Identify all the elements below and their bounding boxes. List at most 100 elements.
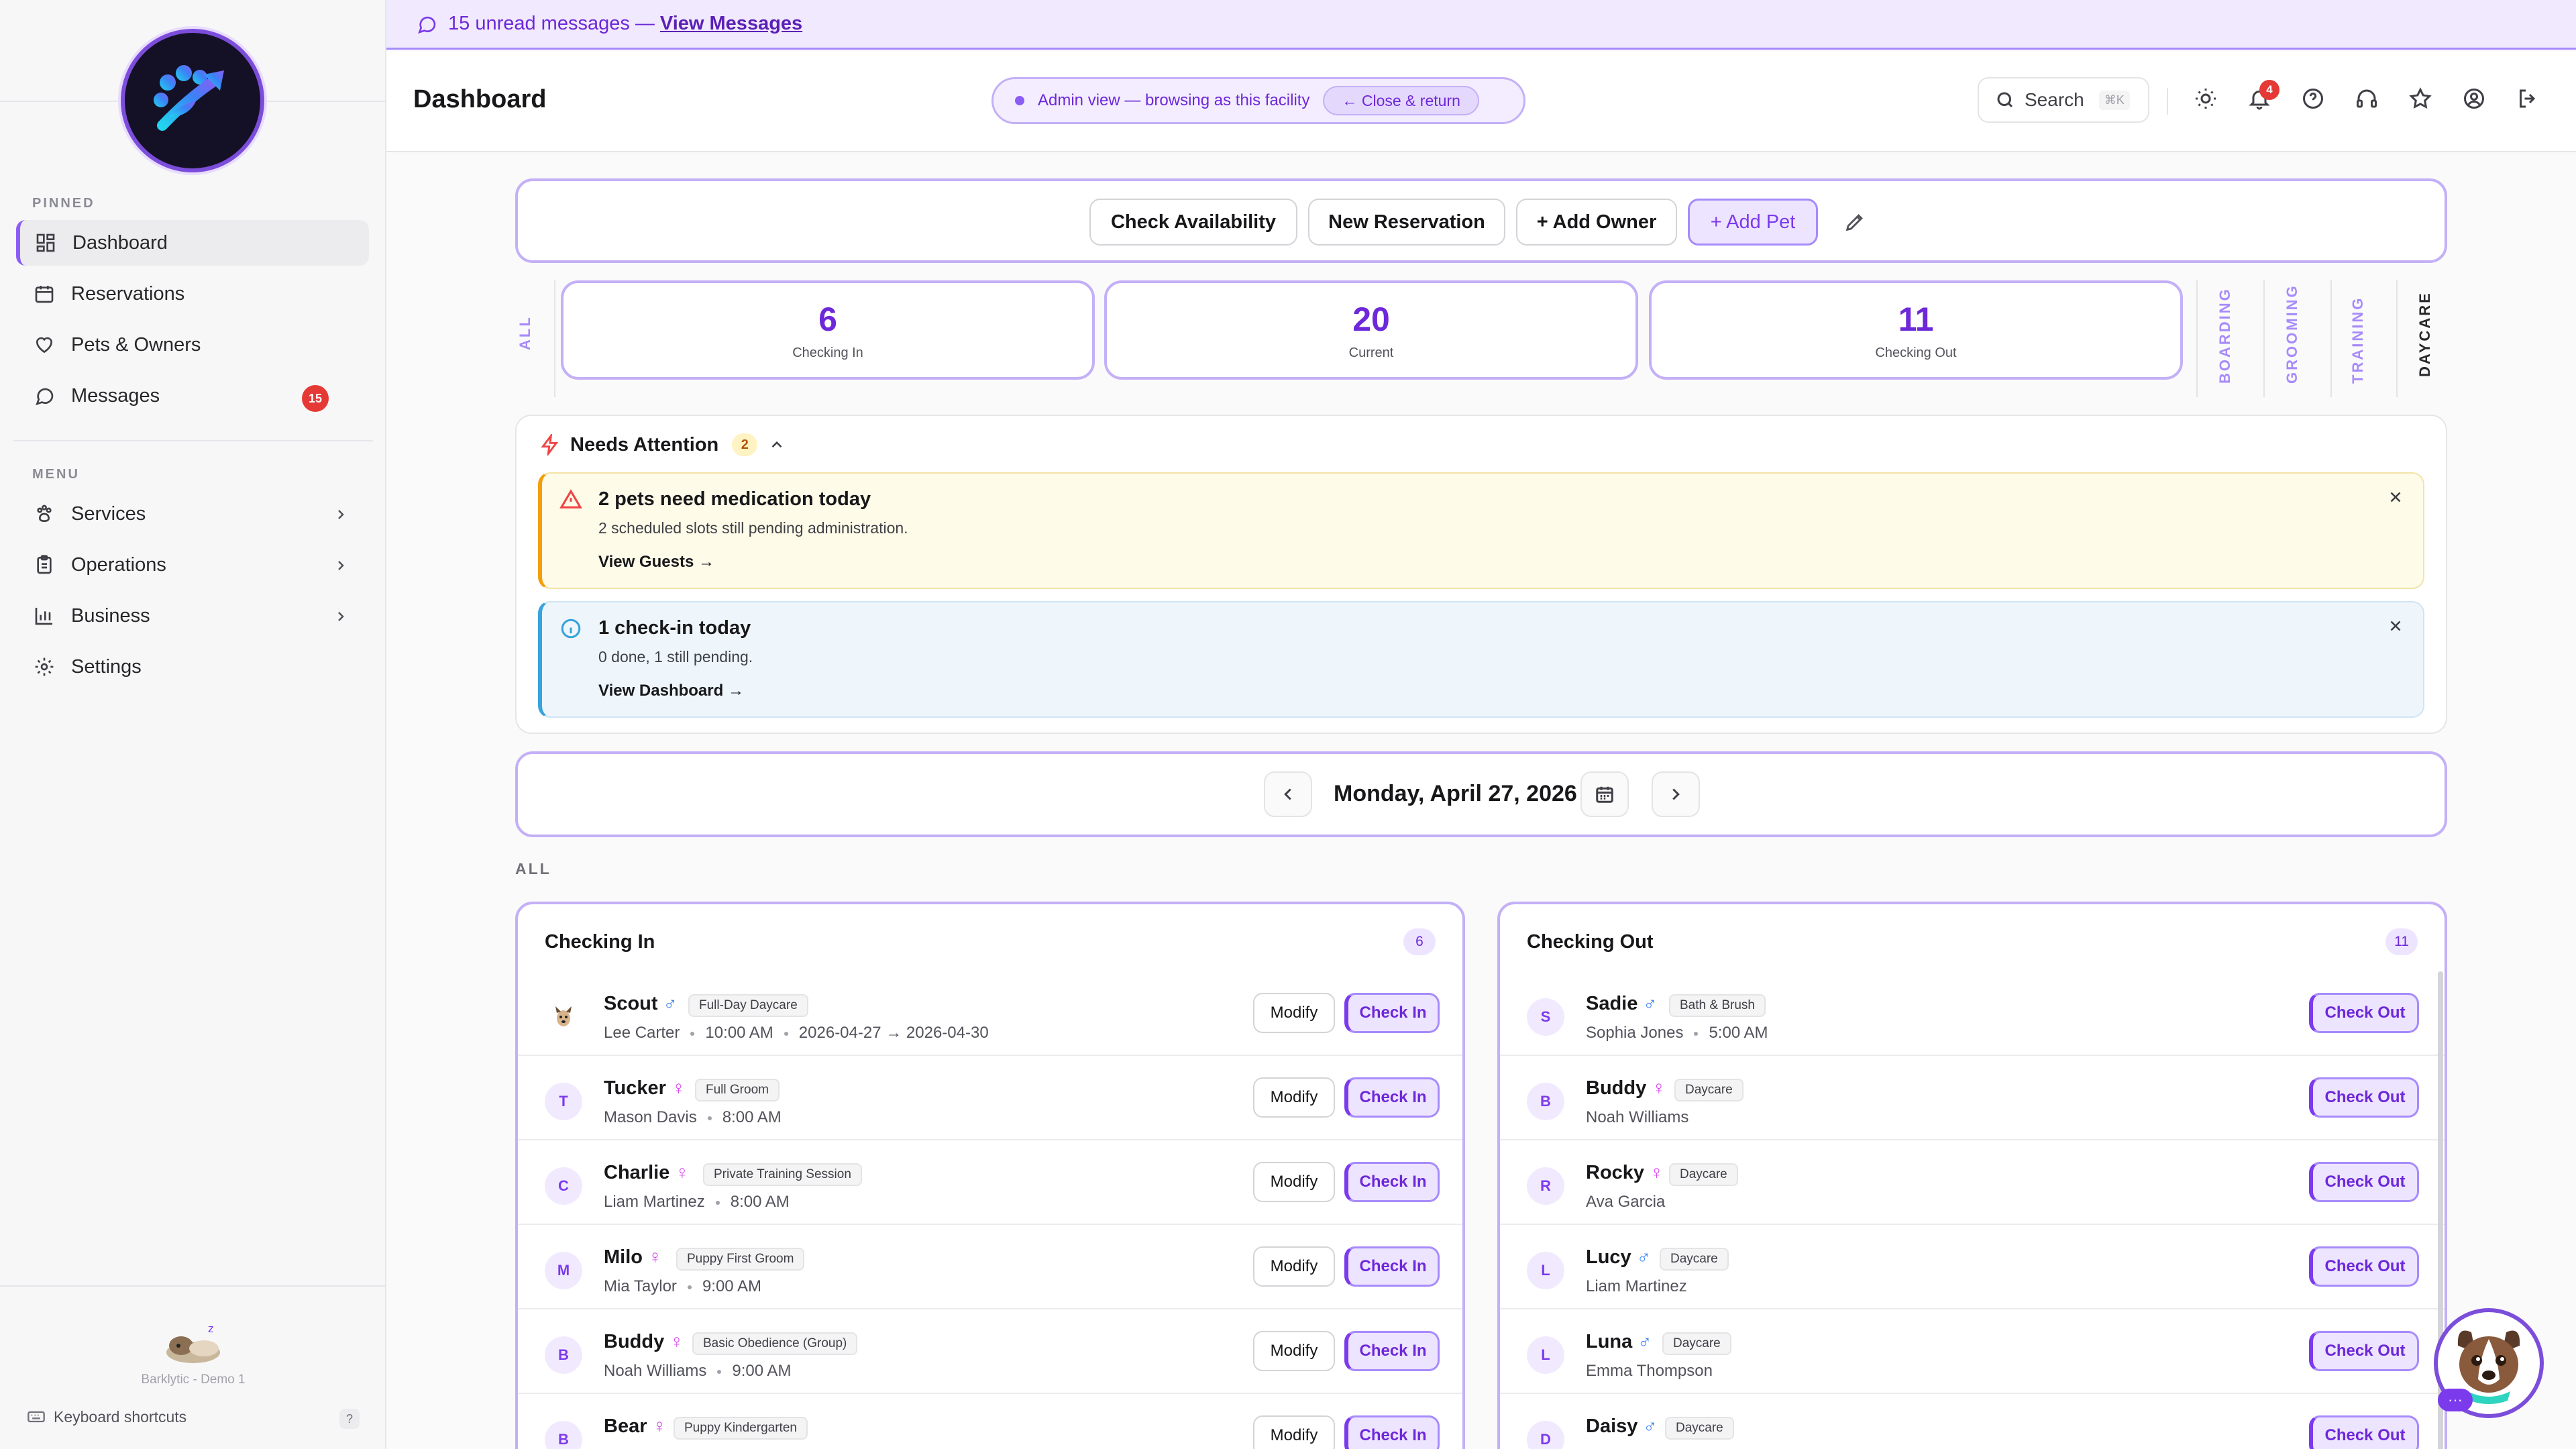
tab-boarding[interactable]: BOARDING — [2216, 287, 2234, 384]
theme-toggle-button[interactable] — [2194, 87, 2220, 113]
tab-training[interactable]: TRAINING — [2349, 297, 2367, 384]
service-tag: Basic Obedience (Group) — [692, 1332, 858, 1355]
chat-indicator[interactable]: ··· — [2438, 1389, 2473, 1411]
check-out-button[interactable]: Check Out — [2309, 1077, 2419, 1118]
list-item[interactable]: C Charlie ♀ Private Training Session Liam Ma… — [518, 1140, 1462, 1225]
dismiss-alert-button[interactable] — [2387, 617, 2406, 636]
keyboard-shortcuts-link[interactable]: Keyboard shortcuts — [27, 1407, 186, 1426]
modify-button[interactable]: Modify — [1253, 1162, 1335, 1202]
check-out-button[interactable]: Check Out — [2309, 993, 2419, 1033]
check-in-button[interactable]: Check In — [1344, 1246, 1440, 1287]
pinned-section-label: PINNED — [32, 196, 95, 211]
check-in-button[interactable]: Check In — [1344, 993, 1440, 1033]
help-button[interactable] — [2301, 87, 2328, 113]
pet-name[interactable]: Luna ♂ — [1586, 1331, 1652, 1353]
check-in-button[interactable]: Check In — [1344, 1077, 1440, 1118]
sidebar-item-reservations[interactable]: Reservations — [16, 271, 369, 317]
chevron-right-icon — [333, 506, 349, 522]
account-button[interactable] — [2462, 87, 2489, 113]
pet-name-text: Bear — [604, 1415, 647, 1437]
check-availability-button[interactable]: Check Availability — [1089, 199, 1297, 246]
service-tag: Daycare — [1660, 1248, 1729, 1271]
pet-name[interactable]: Charlie ♀ — [604, 1162, 689, 1184]
needs-attention-header[interactable]: Needs Attention 2 — [539, 433, 786, 456]
pet-name[interactable]: Bear ♀ — [604, 1415, 667, 1438]
search-button[interactable]: Search ⌘K — [1978, 77, 2149, 123]
list-item[interactable]: M Milo ♀ Puppy First Groom Mia Taylor 9:00 AM… — [518, 1225, 1462, 1309]
tab-grooming[interactable]: GROOMING — [2284, 284, 2301, 384]
check-out-button[interactable]: Check Out — [2309, 1246, 2419, 1287]
check-out-button[interactable]: Check Out — [2309, 1415, 2419, 1449]
add-owner-button[interactable]: + Add Owner — [1516, 199, 1677, 246]
modify-button[interactable]: Modify — [1253, 1246, 1335, 1287]
checking-in-stat[interactable]: 6 Checking In — [561, 280, 1095, 380]
help-key-badge[interactable]: ? — [339, 1409, 360, 1429]
menu-section-label: MENU — [32, 467, 80, 482]
next-day-button[interactable] — [1652, 771, 1700, 817]
notifications-button[interactable]: 4 — [2247, 80, 2279, 113]
list-item[interactable]: S Sadie ♂ Bath & Brush Sophia Jones 5:00 AM Ch… — [1500, 971, 2445, 1056]
calendar-picker-button[interactable] — [1580, 771, 1629, 817]
meta-owner: Liam Martinez — [604, 1193, 705, 1211]
check-out-button[interactable]: Check Out — [2309, 1331, 2419, 1371]
check-out-button[interactable]: Check Out — [2309, 1162, 2419, 1202]
sidebar-item-operations[interactable]: Operations — [16, 542, 369, 588]
sidebar-item-pets-owners[interactable]: Pets & Owners — [16, 322, 369, 368]
view-dashboard-link[interactable]: View Dashboard → — [598, 682, 744, 700]
dismiss-alert-button[interactable] — [2387, 488, 2406, 507]
sidebar-item-dashboard[interactable]: Dashboard — [16, 220, 369, 266]
modify-button[interactable]: Modify — [1253, 1077, 1335, 1118]
female-icon: ♀ — [671, 1077, 686, 1098]
modify-button[interactable]: Modify — [1253, 1331, 1335, 1371]
view-guests-link[interactable]: View Guests → — [598, 553, 714, 572]
list-item[interactable]: B Buddy ♀ Basic Obedience (Group) Noah Willi… — [518, 1309, 1462, 1394]
current-stat[interactable]: 20 Current — [1104, 280, 1638, 380]
add-pet-button[interactable]: + Add Pet — [1688, 199, 1818, 246]
previous-day-button[interactable] — [1264, 771, 1312, 817]
support-button[interactable] — [2355, 87, 2381, 113]
list-item[interactable]: R Rocky ♀ Daycare Ava Garcia Check Out — [1500, 1140, 2445, 1225]
favorites-button[interactable] — [2408, 87, 2435, 113]
list-item[interactable]: D Daisy ♂ Daycare Check Out — [1500, 1394, 2445, 1449]
pet-name[interactable]: Tucker ♀ — [604, 1077, 686, 1099]
all-filter-tab[interactable]: ALL — [517, 315, 534, 350]
new-reservation-button[interactable]: New Reservation — [1308, 199, 1505, 246]
list-item[interactable]: B Bear ♀ Puppy Kindergarten Modify Check In — [518, 1394, 1462, 1449]
check-in-button[interactable]: Check In — [1344, 1162, 1440, 1202]
app-logo[interactable] — [121, 29, 264, 172]
view-messages-link[interactable]: View Messages — [660, 13, 802, 35]
pet-name[interactable]: Buddy ♀ — [604, 1331, 684, 1353]
edit-actions-button[interactable] — [1843, 211, 1868, 235]
pet-name[interactable]: Sadie ♂ — [1586, 993, 1657, 1015]
close-return-button[interactable]: ← Close & return — [1323, 86, 1479, 115]
list-item[interactable]: Scout ♂ Full-Day Daycare Lee Carter 10:00 AM… — [518, 971, 1462, 1056]
list-item[interactable]: L Lucy ♂ Daycare Liam Martinez Check Out — [1500, 1225, 2445, 1309]
pet-name[interactable]: Daisy ♂ — [1586, 1415, 1657, 1438]
logout-button[interactable] — [2516, 87, 2542, 113]
sidebar-item-label: Business — [71, 604, 150, 627]
paw-icon — [32, 502, 56, 526]
sidebar-item-services[interactable]: Services — [16, 491, 369, 537]
modify-button[interactable]: Modify — [1253, 1415, 1335, 1449]
pet-name[interactable]: Lucy ♂ — [1586, 1246, 1651, 1269]
gear-icon — [32, 655, 56, 679]
modify-button[interactable]: Modify — [1253, 993, 1335, 1033]
pet-name[interactable]: Milo ♀ — [604, 1246, 662, 1269]
list-item[interactable]: B Buddy ♀ Daycare Noah Williams Check Out — [1500, 1056, 2445, 1140]
list-item[interactable]: L Luna ♂ Daycare Emma Thompson Check Out — [1500, 1309, 2445, 1394]
sidebar-item-messages[interactable]: Messages 15 — [16, 373, 369, 419]
tab-daycare[interactable]: DAYCARE — [2416, 291, 2434, 377]
sidebar-item-business[interactable]: Business — [16, 593, 369, 639]
pet-name[interactable]: Buddy ♀ — [1586, 1077, 1666, 1099]
male-icon: ♂ — [1643, 1415, 1658, 1436]
sidebar-item-settings[interactable]: Settings — [16, 644, 369, 690]
checking-out-stat[interactable]: 11 Checking Out — [1649, 280, 2183, 380]
messages-badge: 15 — [302, 385, 329, 412]
pet-name[interactable]: Scout ♂ — [604, 993, 678, 1015]
check-in-button[interactable]: Check In — [1344, 1415, 1440, 1449]
list-item[interactable]: T Tucker ♀ Full Groom Mason Davis 8:00 AM Modi… — [518, 1056, 1462, 1140]
check-in-button[interactable]: Check In — [1344, 1331, 1440, 1371]
pet-name[interactable]: Rocky ♀ — [1586, 1162, 1664, 1184]
chevron-up-icon[interactable] — [768, 436, 786, 453]
attention-count-badge: 2 — [732, 433, 758, 456]
